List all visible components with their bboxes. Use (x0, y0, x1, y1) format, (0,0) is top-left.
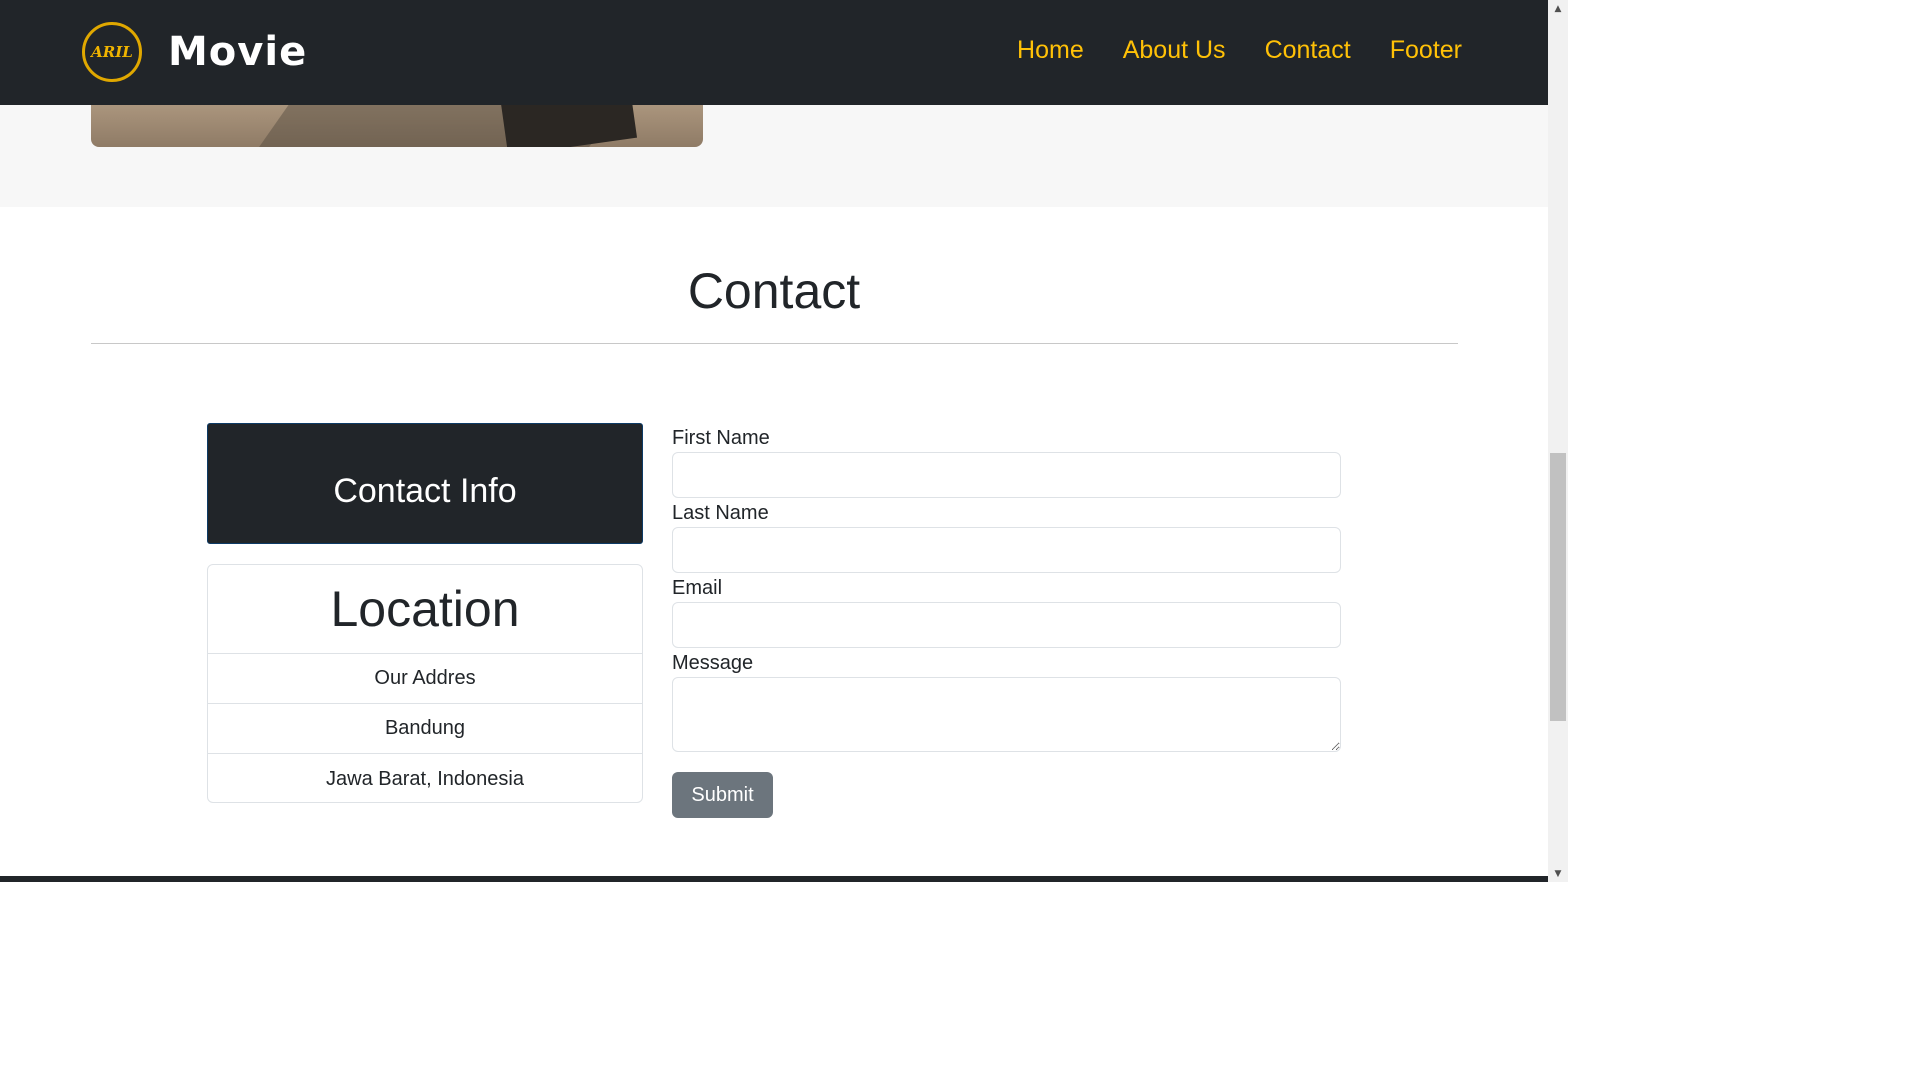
last-name-label: Last Name (672, 502, 769, 524)
contact-info-card: Contact Info (207, 423, 643, 544)
section-divider (91, 343, 1458, 344)
first-name-label: First Name (672, 427, 770, 449)
scroll-up-arrow-icon[interactable]: ▲ (1548, 0, 1568, 17)
email-label: Email (672, 577, 723, 599)
contact-info-title: Contact Info (333, 472, 517, 510)
location-row-city: Bandung (208, 704, 642, 754)
brand[interactable]: ARIL Movie (82, 22, 307, 82)
submit-button[interactable]: Submit (672, 772, 773, 818)
nav-links: Home About Us Contact Footer (978, 36, 1462, 65)
last-name-input[interactable] (672, 527, 1341, 573)
first-name-input[interactable] (672, 452, 1341, 498)
nav-link-about-us[interactable]: About Us (1123, 36, 1226, 65)
scrollbar-thumb[interactable] (1550, 453, 1566, 721)
scroll-down-arrow-icon[interactable]: ▼ (1548, 865, 1568, 882)
location-title: Location (208, 565, 642, 654)
message-textarea[interactable] (672, 677, 1341, 752)
location-row-address: Our Addres (208, 654, 642, 704)
nav-link-footer[interactable]: Footer (1390, 36, 1462, 65)
email-input[interactable] (672, 602, 1341, 648)
brand-name: Movie (168, 29, 308, 75)
footer-top-edge (0, 876, 1548, 882)
navbar: ARIL Movie Home About Us Contact Footer (0, 0, 1548, 105)
nav-link-home[interactable]: Home (1017, 36, 1084, 65)
vertical-scrollbar[interactable]: ▲ ▼ (1548, 0, 1568, 882)
location-card: Location Our Addres Bandung Jawa Barat, … (207, 564, 643, 803)
page: ARIL Movie Home About Us Contact Footer … (0, 0, 1568, 882)
location-row-province: Jawa Barat, Indonesia (326, 767, 524, 790)
contact-heading: Contact (687, 263, 861, 319)
message-label: Message (672, 652, 754, 674)
nav-link-contact[interactable]: Contact (1265, 36, 1351, 65)
contact-form: First Name Last Name Email Message Submi… (672, 424, 1341, 818)
logo-icon: ARIL (82, 22, 142, 82)
